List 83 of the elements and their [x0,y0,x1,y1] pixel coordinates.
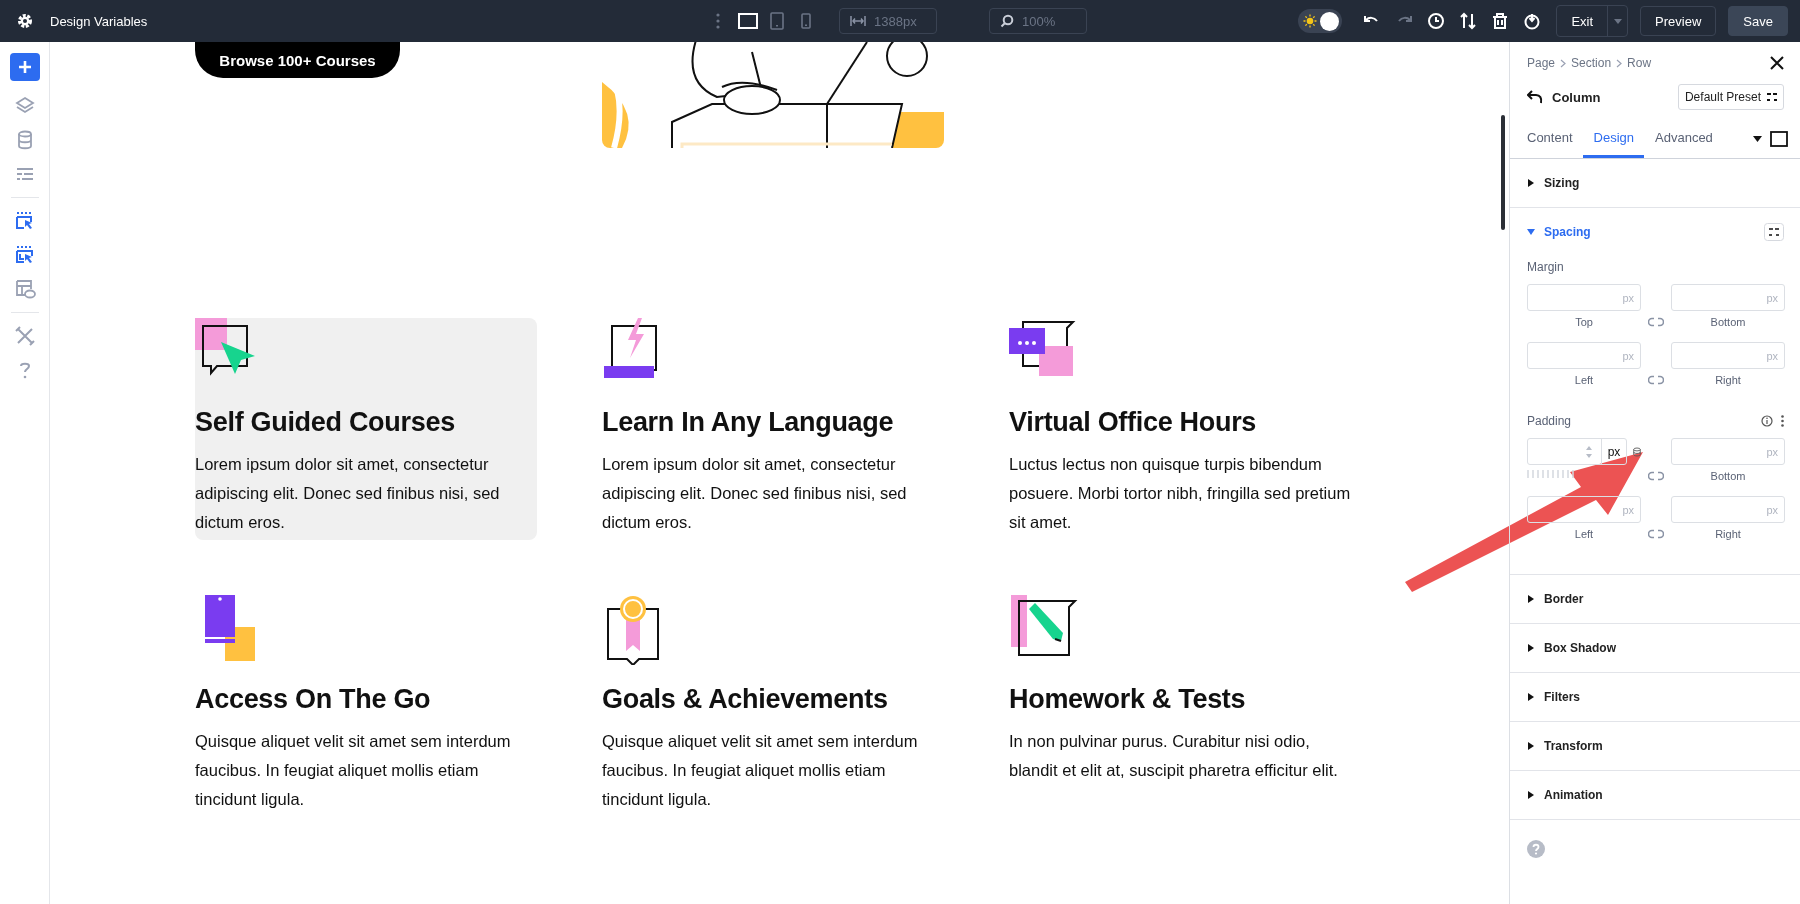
scrollbar[interactable] [1501,115,1505,230]
section-toggle[interactable]: Filters [1527,690,1580,704]
caret-icon [1527,595,1535,603]
select-multiple-icon[interactable] [13,244,36,266]
spinner-icon [1585,444,1593,459]
feature-text: In non pulvinar purus. Curabitur nisi odio, blandit et elit at, suscipit pharetra efficitur elit. [1009,731,1339,781]
feature-text: Luctus lectus non quisque turpis bibendum posuere. Morbi tortor nibh, fringilla sed pretium sit amet. [1009,454,1351,533]
chevron-icon [1616,58,1623,68]
preset-icon[interactable] [1764,223,1784,241]
ruler-drawing [1527,470,1575,478]
section-toggle[interactable]: Spacing [1527,225,1591,239]
breadcrumb-link[interactable]: Page [1527,56,1556,70]
feature-title: Virtual Office Hours [1009,406,1258,439]
preview-button[interactable]: Preview [1640,6,1717,36]
preset-button[interactable]: Default Preset [1677,84,1784,110]
feature-title: Homework & Tests [1009,683,1247,716]
layout-preview-icon[interactable] [13,278,36,300]
feature-text: Quisque aliquet velit sit amet sem interdum faucibus. In feugiat aliquet mollis etiam tincidunt ligula. [195,731,512,810]
caret-icon [1753,136,1762,142]
breadcrumb-link[interactable]: Row [1627,56,1652,70]
field-label: Right [1715,528,1741,540]
field-label: Left [1574,528,1594,540]
add-button[interactable] [9,53,40,81]
back-icon[interactable] [1527,90,1543,104]
tablet-view-icon[interactable] [767,11,787,31]
feature-title: Learn In Any Language [602,406,895,439]
feature-text: Lorem ipsum dolor sit amet, consectetur adipiscing elit. Donec sed finibus nisi, sed dictum eros. [602,454,908,533]
section-toggle[interactable]: Transform [1527,739,1603,753]
link-icon[interactable] [1648,375,1664,385]
field-group-label: Padding [1527,414,1572,428]
clock-icon[interactable] [1427,12,1446,30]
chevron-icon [1560,58,1567,68]
caret-icon [1527,179,1535,187]
field-label: Bottom [1710,316,1746,328]
field-label: Bottom [1710,470,1746,482]
caret-icon [1527,791,1535,799]
feature-title: Goals & Achievements [602,683,889,716]
preset-icon [1767,93,1777,101]
settings-icon [16,12,34,30]
tools-icon[interactable] [13,325,36,347]
theme-toggle[interactable] [1298,9,1343,33]
close-icon[interactable] [1770,56,1784,70]
browse-courses-button[interactable]: Browse 100+ Courses [195,42,400,78]
breadcrumb-link[interactable]: Section [1571,56,1612,70]
page-title: Design Variables [50,13,148,29]
panel-title: Column [1552,89,1601,105]
link-icon[interactable] [1648,471,1664,481]
panel-tab[interactable]: Design [1582,120,1644,158]
more-icon [716,13,720,29]
field-label: Top [1575,316,1593,328]
power-icon[interactable] [1523,12,1542,30]
database-icon [1633,445,1641,458]
save-button[interactable]: Save [1728,6,1788,36]
field-label: Right [1715,374,1741,386]
search-icon [1000,14,1014,28]
feature-title: Access On The Go [195,683,432,716]
caret-icon [1613,18,1622,24]
field-group-label: Margin [1527,260,1564,274]
feature-text: Quisque aliquet velit sit amet sem interdum faucibus. In feugiat aliquet mollis etiam tincidunt ligula. [602,731,919,810]
feature-text: Lorem ipsum dolor sit amet, consectetur adipiscing elit. Donec sed finibus nisi, sed dictum eros. [195,454,501,533]
link-icon[interactable] [1648,529,1664,539]
section-toggle[interactable]: Animation [1527,788,1603,802]
section-toggle[interactable]: Box Shadow [1527,641,1616,655]
info-icon [1761,415,1773,427]
sort-icon[interactable] [1459,12,1478,30]
help-icon[interactable] [1527,840,1545,858]
section-toggle[interactable]: Border [1527,592,1584,606]
width-icon [850,15,866,27]
sun-icon [1303,14,1318,28]
trash-icon[interactable] [1491,12,1510,30]
caret-icon [1527,742,1535,750]
desktop-view-icon[interactable] [1770,131,1788,147]
field-label: Left [1574,374,1594,386]
link-icon[interactable] [1648,317,1664,327]
more-icon[interactable] [1781,415,1784,427]
desktop-view-icon[interactable] [738,11,758,31]
feature-title: Self Guided Courses [195,406,456,439]
caret-icon [1527,228,1535,236]
section-toggle[interactable]: Sizing [1527,176,1580,190]
caret-icon [1527,693,1535,701]
caret-icon [1527,644,1535,652]
panel-tab[interactable]: Content [1516,120,1583,158]
panel-tab[interactable]: Advanced [1644,120,1723,158]
